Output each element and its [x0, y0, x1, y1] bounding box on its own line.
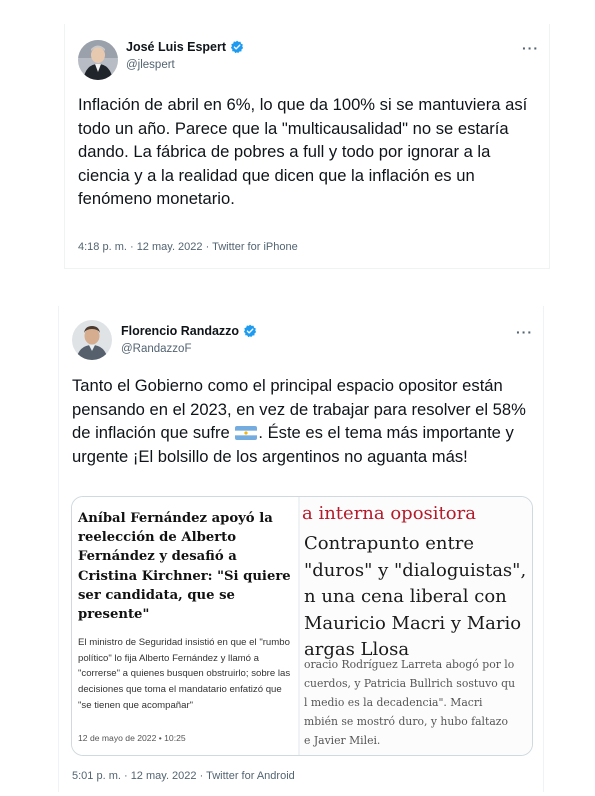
article-date: 12 de mayo de 2022 • 10:25 — [78, 733, 186, 743]
summary-line: cuerdos, y Patricia Bullrich sostuvo qu — [304, 677, 516, 690]
verified-badge-icon — [243, 324, 257, 338]
tweet-timestamp[interactable]: 5:01 p. m. · 12 may. 2022 · Twitter for … — [72, 770, 295, 782]
more-options-icon[interactable]: ··· — [516, 324, 533, 340]
tweet-text: Tanto el Gobierno como el principal espa… — [72, 374, 534, 468]
summary-line: mbién se mostró duro, y hubo faltazo — [304, 715, 508, 728]
article-image-right[interactable]: a interna opositora Contrapunto entre "d… — [300, 497, 532, 755]
author-row: Florencio Randazzo — [121, 324, 257, 338]
avatar[interactable] — [72, 320, 112, 360]
tweet-text: Inflación de abril en 6%, lo que da 100%… — [78, 95, 528, 208]
summary-line: oracio Rodríguez Larreta abogó por lo — [304, 658, 515, 671]
author-name[interactable]: José Luis Espert — [126, 40, 226, 54]
verified-badge-icon — [230, 40, 244, 54]
headline-line: Mauricio Macri y Mario — [304, 612, 522, 634]
article-section-label: a interna opositora — [302, 503, 476, 524]
article-summary: oracio Rodríguez Larreta abogó por lo cu… — [304, 655, 532, 750]
author-row: José Luis Espert — [126, 40, 244, 54]
article-headline: Contrapunto entre "duros" y "dialoguista… — [304, 531, 532, 664]
tweet-randazzo: Florencio Randazzo @RandazzoF ··· Tanto … — [58, 306, 544, 792]
argentina-flag-icon — [235, 423, 258, 440]
headline-line: "duros" y "dialoguistas", — [304, 559, 527, 581]
author-handle[interactable]: @RandazzoF — [121, 343, 191, 355]
summary-line: l medio es la decadencia". Macri — [304, 696, 483, 709]
summary-line: e Javier Milei. — [304, 734, 381, 747]
tweet-espert: José Luis Espert @jlespert ··· Inflación… — [64, 24, 550, 269]
article-summary: El ministro de Seguridad insistió en que… — [78, 637, 291, 711]
avatar[interactable] — [78, 40, 118, 80]
more-options-icon[interactable]: ··· — [522, 40, 539, 56]
article-headline: Aníbal Fernández apoyó la reelección de … — [78, 511, 291, 623]
author-handle[interactable]: @jlespert — [126, 59, 175, 71]
headline-line: n una cena liberal con — [304, 586, 507, 607]
article-image-left[interactable]: Aníbal Fernández apoyó la reelección de … — [72, 497, 298, 755]
headline-line: Contrapunto entre — [304, 533, 475, 554]
tweet-timestamp[interactable]: 4:18 p. m. · 12 may. 2022 · Twitter for … — [78, 241, 298, 253]
link-preview-card[interactable]: Aníbal Fernández apoyó la reelección de … — [71, 496, 533, 756]
author-name[interactable]: Florencio Randazzo — [121, 324, 239, 338]
